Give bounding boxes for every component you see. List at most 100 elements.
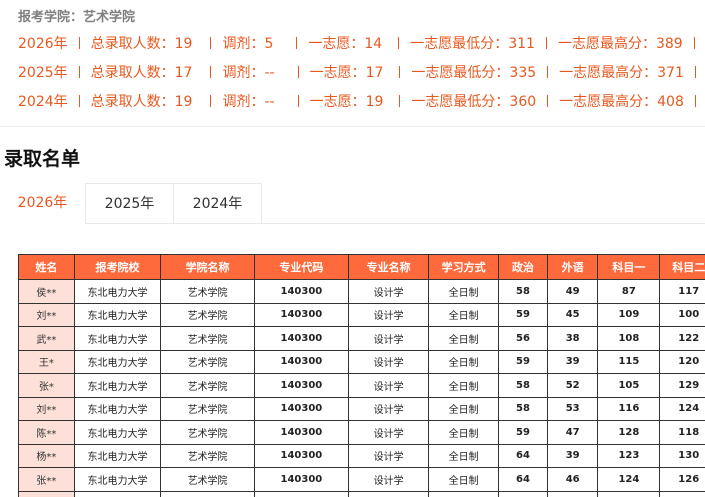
table-cell: 140300 [253, 349, 349, 374]
summary-max-score: 一志愿最高分：389 [557, 36, 683, 52]
table-cell: 124 [659, 396, 705, 421]
table-cell: 116 [597, 396, 661, 421]
summary-max-score: 一志愿最高分：408 [559, 94, 684, 110]
separator [210, 66, 212, 78]
table-row: 张* 东北电力大学 艺术学院 140300 设计学 全日制 58 52 105 129 [18, 373, 705, 398]
separator [399, 95, 401, 107]
column-header: 姓名 [18, 254, 75, 280]
table-cell: 140300 [253, 396, 349, 421]
table-cell: 设计学 [347, 467, 430, 492]
table-cell: 118 [597, 490, 661, 497]
summary-min-score: 一志愿最低分：360 [411, 94, 537, 110]
table-cell: 东北电力大学 [73, 396, 162, 421]
summary-year: 2024年 [18, 94, 68, 110]
column-header: 学习方式 [428, 254, 499, 280]
table-cell: 67 [497, 490, 549, 497]
admission-summary: 2026年 总录取人数：19 调剂：5 一志愿：14 一志愿最低分：311 一志愿最高分：… [18, 34, 705, 121]
table-cell: 设计学 [347, 396, 430, 421]
table-cell: 108 [597, 326, 661, 351]
table-cell: 东北电力大学 [73, 302, 162, 327]
summary-min-score: 一志愿最低分：335 [411, 65, 537, 81]
table-cell: 53 [547, 396, 599, 421]
table-cell: 东北电力大学 [73, 420, 162, 445]
table-cell: 140300 [253, 420, 349, 445]
tab-2025[interactable]: 2025年 [86, 183, 174, 223]
table-cell: 131 [659, 490, 705, 497]
summary-total: 总录取人数：19 [90, 36, 193, 52]
column-header: 政治 [497, 254, 549, 280]
column-header: 专业代码 [253, 254, 349, 280]
table-cell: 64 [497, 443, 549, 468]
table-cell: 109 [597, 302, 661, 327]
table-body: 侯** 东北电力大学 艺术学院 140300 设计学 全日制 58 49 87 117 刘** 东北电… [18, 279, 705, 497]
table-cell: 100 [659, 302, 705, 327]
year-tabs: 2026年 2025年 2024年 [0, 183, 705, 224]
separator [297, 95, 299, 107]
table-cell: 设计学 [347, 373, 430, 398]
table-cell: 87 [597, 279, 661, 304]
student-name-cell: 刘** [18, 302, 75, 327]
college-label: 报考学院：艺术学院 [18, 10, 136, 25]
table-cell: 东北电力大学 [73, 326, 162, 351]
table-cell: 140300 [253, 373, 349, 398]
table-cell: 117 [659, 279, 705, 304]
separator [78, 95, 80, 107]
table-row: 侯** 东北电力大学 艺术学院 140300 设计学 全日制 58 49 87 117 [18, 279, 705, 304]
column-header: 报考院校 [73, 254, 162, 280]
table-row: 刘** 东北电力大学 艺术学院 140300 设计学 全日制 59 45 109 100 [18, 302, 705, 327]
student-name-cell: 刘** [18, 490, 75, 497]
separator [547, 95, 549, 107]
table-cell: 艺术学院 [160, 326, 255, 351]
table-cell: 140300 [253, 467, 349, 492]
table-row: 张** 东北电力大学 艺术学院 140300 设计学 全日制 64 46 124 126 [18, 467, 705, 492]
table-cell: 140300 [253, 326, 349, 351]
table-cell: 38 [547, 326, 599, 351]
table-cell: 120 [659, 349, 705, 374]
column-header: 科目二 [659, 254, 705, 280]
column-header: 学院名称 [160, 254, 255, 280]
separator [694, 66, 696, 78]
separator [296, 37, 298, 49]
table-cell: 设计学 [347, 490, 430, 497]
table-cell: 124 [597, 467, 661, 492]
table-cell: 49 [547, 279, 599, 304]
table-cell: 128 [597, 420, 661, 445]
section-divider [0, 126, 705, 127]
admission-table-container: 姓名 报考院校 学院名称 专业代码 专业名称 学习方式 政治 外语 科目一 科目二 侯** 东北电力… [18, 254, 705, 497]
tab-2026[interactable]: 2026年 [0, 183, 86, 224]
table-cell: 东北电力大学 [73, 490, 162, 497]
summary-total: 总录取人数：17 [90, 65, 193, 81]
table-cell: 118 [659, 420, 705, 445]
table-cell: 58 [497, 279, 549, 304]
table-cell: 130 [659, 443, 705, 468]
summary-max-score: 一志愿最高分：371 [559, 65, 684, 81]
table-cell: 115 [597, 349, 661, 374]
table-cell: 艺术学院 [160, 349, 255, 374]
table-cell: 52 [547, 373, 599, 398]
table-cell: 艺术学院 [160, 302, 255, 327]
student-name-cell: 刘** [18, 396, 75, 421]
table-header-row: 姓名 报考院校 学院名称 专业代码 专业名称 学习方式 政治 外语 科目一 科目二 [18, 254, 705, 280]
table-cell: 59 [497, 420, 549, 445]
table-cell: 艺术学院 [160, 467, 255, 492]
table-cell: 东北电力大学 [73, 349, 162, 374]
table-row: 刘** 东北电力大学 艺术学院 140300 设计学 全日制 58 53 116 124 [18, 396, 705, 421]
summary-first-choice: 一志愿：14 [308, 36, 383, 52]
table-cell: 艺术学院 [160, 420, 255, 445]
table-cell: 140300 [253, 490, 349, 497]
table-cell: 艺术学院 [160, 279, 255, 304]
table-row: 武** 东北电力大学 艺术学院 140300 设计学 全日制 56 38 108 122 [18, 326, 705, 351]
section-title: 录取名单 [4, 148, 81, 170]
student-name-cell: 王* [18, 349, 75, 374]
table-cell: 123 [597, 443, 661, 468]
table-cell: 58 [497, 373, 549, 398]
summary-row-2025: 2025年 总录取人数：17 调剂：-- 一志愿：17 一志愿最低分：335 一志愿最高分… [18, 63, 705, 92]
table-cell: 东北电力大学 [73, 373, 162, 398]
separator [694, 95, 696, 107]
student-name-cell: 张** [18, 467, 75, 492]
table-cell: 64 [497, 467, 549, 492]
table-cell: 设计学 [347, 349, 430, 374]
tab-2024[interactable]: 2024年 [174, 183, 262, 223]
summary-adjust: 调剂：-- [222, 65, 275, 81]
separator [547, 66, 549, 78]
